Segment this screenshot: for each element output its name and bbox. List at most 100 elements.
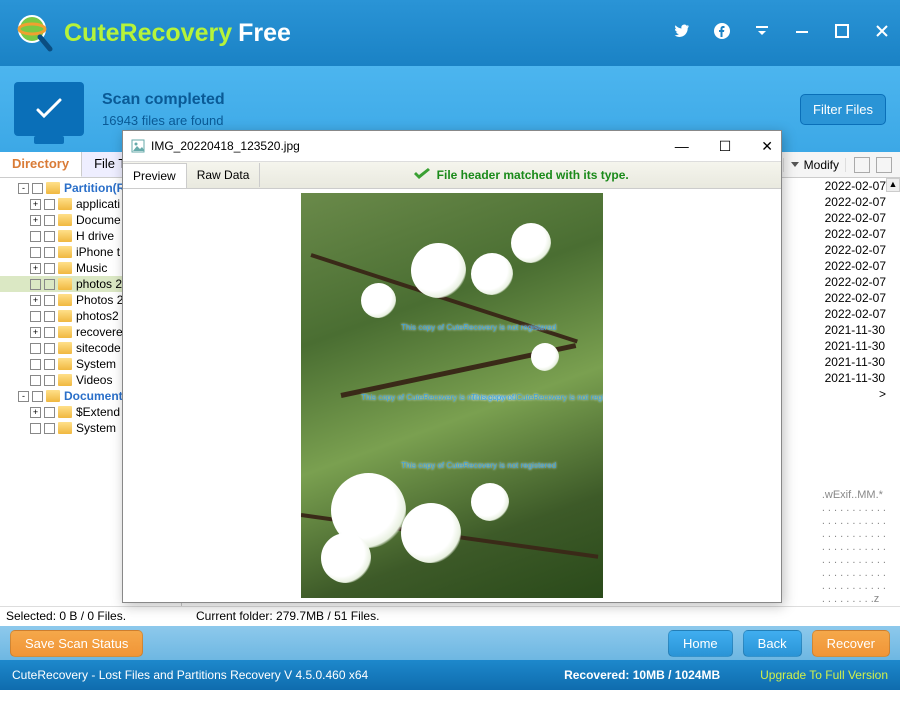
view-large-icon[interactable] [854, 157, 870, 173]
tree-label: $Extend [76, 405, 120, 419]
tree-checkbox[interactable] [44, 359, 55, 370]
file-date: 2022-02-07 [825, 274, 886, 290]
tree-expand-icon[interactable]: + [30, 407, 41, 418]
tree-checkbox[interactable] [44, 263, 55, 274]
tree-expand-icon[interactable]: - [18, 391, 29, 402]
close-icon[interactable] [874, 23, 890, 44]
tree-checkbox[interactable] [44, 423, 55, 434]
monitor-icon [14, 82, 84, 136]
tree-checkbox[interactable] [44, 327, 55, 338]
tree-label: Music [76, 261, 107, 275]
tree-expand-icon[interactable] [30, 311, 41, 322]
tree-checkbox[interactable] [32, 391, 43, 402]
tree-checkbox[interactable] [44, 295, 55, 306]
folder-icon [58, 294, 72, 306]
tree-label: Photos 2 [76, 293, 123, 307]
tree-checkbox[interactable] [44, 311, 55, 322]
scan-status-title: Scan completed [102, 91, 225, 109]
scroll-up-icon[interactable]: ▲ [886, 178, 900, 192]
app-logo [10, 11, 54, 55]
folder-icon [58, 262, 72, 274]
tree-checkbox[interactable] [44, 279, 55, 290]
tree-expand-icon[interactable] [30, 359, 41, 370]
col-modify[interactable]: Modify [784, 158, 846, 172]
folder-icon [58, 246, 72, 258]
tree-expand-icon[interactable]: + [30, 327, 41, 338]
dlg-minimize-icon[interactable]: — [675, 138, 689, 155]
tree-label: iPhone t [76, 245, 120, 259]
file-date: 2021-11-30 [825, 354, 886, 370]
tree-label: photos2 [76, 309, 119, 323]
dropdown-icon[interactable] [754, 23, 770, 44]
tree-label: H drive [76, 229, 114, 243]
tree-expand-icon[interactable]: + [30, 215, 41, 226]
folder-icon [58, 198, 72, 210]
tree-label: Document [64, 389, 123, 403]
file-date: 2022-02-07 [825, 306, 886, 322]
tree-checkbox[interactable] [44, 247, 55, 258]
titlebar: CuteRecoveryFree [0, 0, 900, 66]
tree-expand-icon[interactable] [30, 247, 41, 258]
maximize-icon[interactable] [834, 23, 850, 44]
scroll-right-icon[interactable]: > [825, 386, 886, 402]
dlg-maximize-icon[interactable]: ☐ [719, 138, 732, 155]
tree-label: sitecode [76, 341, 121, 355]
recovered-label: Recovered: 10MB / 1024MB [564, 668, 720, 682]
folder-icon [58, 342, 72, 354]
tree-checkbox[interactable] [44, 231, 55, 242]
hex-preview: .wExif..MM.*. . . . . . . . . . .. . . .… [822, 489, 886, 606]
twitter-icon[interactable] [674, 23, 690, 44]
tree-label: recovere [76, 325, 123, 339]
home-button[interactable]: Home [668, 630, 733, 657]
tree-checkbox[interactable] [44, 343, 55, 354]
upgrade-link[interactable]: Upgrade To Full Version [760, 668, 888, 682]
folder-icon [58, 214, 72, 226]
preview-dialog: IMG_20220418_123520.jpg — ☐ ✕ Preview Ra… [122, 130, 782, 603]
check-icon [413, 168, 431, 182]
footer: CuteRecovery - Lost Files and Partitions… [0, 660, 900, 690]
tree-label: applicati [76, 197, 120, 211]
recover-button[interactable]: Recover [812, 630, 890, 657]
file-date: 2022-02-07 [825, 258, 886, 274]
tree-label: System [76, 421, 116, 435]
save-scan-button[interactable]: Save Scan Status [10, 630, 143, 657]
app-title: CuteRecoveryFree [64, 19, 291, 48]
tree-expand-icon[interactable] [30, 231, 41, 242]
tree-expand-icon[interactable] [30, 343, 41, 354]
preview-image: This copy of CuteRecovery is not registe… [301, 193, 603, 598]
tree-checkbox[interactable] [32, 183, 43, 194]
dlg-close-icon[interactable]: ✕ [761, 138, 773, 155]
filter-files-button[interactable]: Filter Files [800, 94, 886, 125]
tree-expand-icon[interactable] [30, 279, 41, 290]
minimize-icon[interactable] [794, 23, 810, 44]
tree-expand-icon[interactable]: + [30, 263, 41, 274]
scan-status-count: 16943 files are found [102, 113, 225, 128]
raw-data-tab[interactable]: Raw Data [187, 163, 261, 187]
tree-checkbox[interactable] [44, 215, 55, 226]
tree-expand-icon[interactable] [30, 423, 41, 434]
tree-expand-icon[interactable]: - [18, 183, 29, 194]
file-date: 2021-11-30 [825, 322, 886, 338]
tree-checkbox[interactable] [44, 375, 55, 386]
preview-filename: IMG_20220418_123520.jpg [151, 139, 300, 153]
back-button[interactable]: Back [743, 630, 802, 657]
preview-body: This copy of CuteRecovery is not registe… [123, 189, 781, 602]
dialog-titlebar[interactable]: IMG_20220418_123520.jpg — ☐ ✕ [123, 131, 781, 161]
folder-icon [58, 230, 72, 242]
tree-label: System [76, 357, 116, 371]
tab-directory[interactable]: Directory [0, 152, 82, 177]
file-date: 2022-02-07 [825, 194, 886, 210]
tree-label: Partition(R [64, 181, 125, 195]
tree-label: photos 2 [76, 277, 122, 291]
folder-icon [46, 182, 60, 194]
file-date: 2021-11-30 [825, 370, 886, 386]
tree-expand-icon[interactable]: + [30, 295, 41, 306]
preview-tab[interactable]: Preview [123, 163, 187, 188]
facebook-icon[interactable] [714, 23, 730, 44]
tree-checkbox[interactable] [44, 199, 55, 210]
tree-checkbox[interactable] [44, 407, 55, 418]
tree-expand-icon[interactable]: + [30, 199, 41, 210]
tree-expand-icon[interactable] [30, 375, 41, 386]
view-list-icon[interactable] [876, 157, 892, 173]
file-date: 2021-11-30 [825, 338, 886, 354]
